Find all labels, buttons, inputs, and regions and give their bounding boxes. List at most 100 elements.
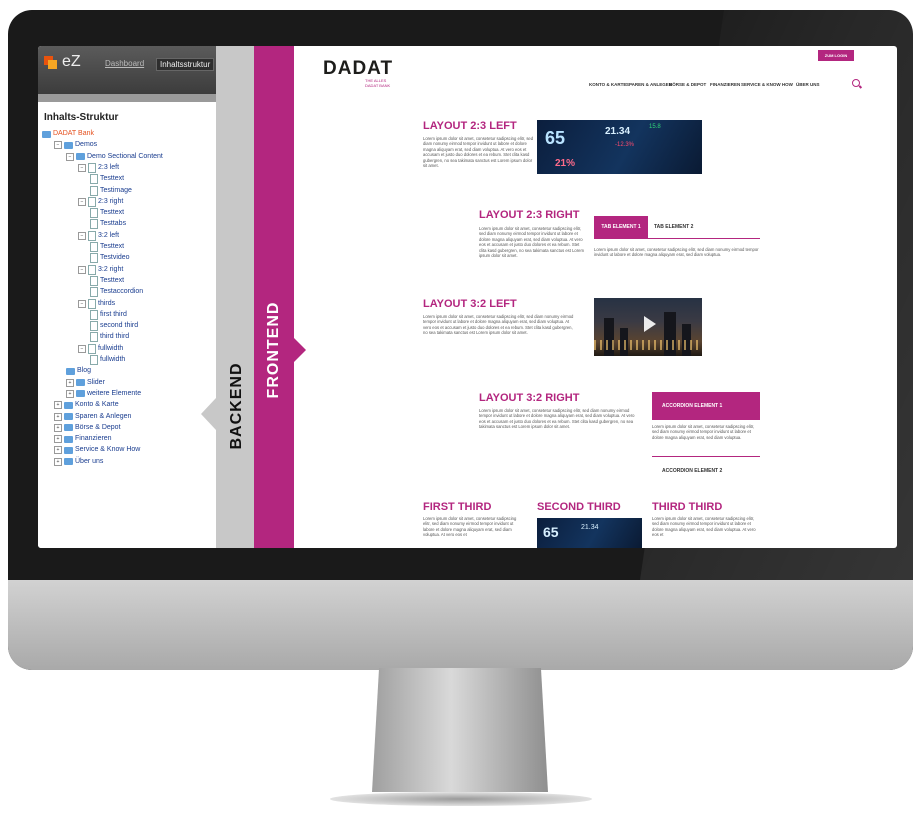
monitor-base: [330, 792, 592, 806]
expand-icon[interactable]: −: [78, 163, 86, 172]
page-icon: [88, 162, 96, 173]
tree-item[interactable]: Testtext: [90, 275, 124, 287]
tree-item-label: Sparen & Anlegen: [75, 412, 132, 420]
tree-item[interactable]: second third: [90, 320, 138, 332]
tree-item[interactable]: + Service & Know How: [54, 444, 140, 456]
login-button[interactable]: ZUM LOGIN: [818, 50, 854, 61]
layout-23-left-text: Lorem ipsum dolor sit amet, consetetur s…: [423, 136, 534, 169]
structure-tab[interactable]: Inhaltsstruktur: [156, 58, 215, 71]
tree-item-label: Slider: [87, 378, 105, 386]
tree-item[interactable]: − 2:3 right: [78, 196, 123, 208]
nav-service[interactable]: SERVICE & KNOW HOW: [741, 82, 793, 87]
tree-item-label: Demo Sectional Content: [87, 152, 163, 160]
tree-item-label: second third: [100, 322, 139, 330]
layout-32-left-title: LAYOUT 3:2 LEFT: [423, 298, 517, 310]
second-third-image: 65 21.34: [537, 518, 642, 548]
accordion-divider: [652, 456, 760, 457]
tree-item-label: Testtabs: [100, 220, 127, 228]
folder-icon: [64, 401, 73, 409]
folder-icon: [76, 153, 85, 161]
tree-item[interactable]: + Sparen & Anlegen: [54, 411, 131, 423]
tree-item-label: Testvideo: [100, 254, 130, 262]
expand-icon[interactable]: −: [54, 141, 62, 150]
expand-icon[interactable]: +: [66, 389, 74, 398]
tree-item[interactable]: Testvideo: [90, 252, 130, 264]
nav-finanzieren[interactable]: FINANZIEREN: [710, 82, 740, 87]
city-video-thumbnail[interactable]: [594, 298, 702, 356]
tree-item[interactable]: − 2:3 left: [78, 162, 119, 174]
tree-item[interactable]: + Über uns: [54, 456, 103, 468]
expand-icon[interactable]: −: [78, 344, 86, 353]
search-icon[interactable]: [852, 79, 860, 87]
expand-icon[interactable]: +: [54, 401, 62, 410]
expand-icon[interactable]: −: [78, 265, 86, 274]
tree-item[interactable]: − 3:2 right: [78, 264, 123, 276]
tree-item[interactable]: Testtext: [90, 173, 124, 185]
expand-icon[interactable]: −: [78, 231, 86, 240]
dashboard-link[interactable]: Dashboard: [102, 58, 147, 69]
tree-item[interactable]: Testaccordion: [90, 286, 143, 298]
nav-konto[interactable]: KONTO & KARTE: [589, 82, 626, 87]
tree-item[interactable]: Testtext: [90, 207, 124, 219]
expand-icon[interactable]: −: [78, 197, 86, 206]
tree-item-label: weitere Elemente: [87, 389, 142, 397]
play-icon[interactable]: [644, 316, 656, 332]
first-third-text: Lorem ipsum dolor sit amet, consetetur s…: [423, 516, 517, 538]
tab-element-1[interactable]: TAB ELEMENT 1: [594, 216, 648, 238]
folder-icon: [76, 390, 85, 398]
tree-item-label: fullwidth: [100, 356, 126, 363]
tree-item[interactable]: Testtabs: [90, 218, 126, 230]
tree-item-label: 2:3 right: [98, 197, 124, 205]
tree-item-label: Testaccordion: [100, 288, 144, 296]
first-third-title: FIRST THIRD: [423, 501, 492, 513]
expand-icon[interactable]: −: [78, 299, 86, 308]
expand-icon[interactable]: +: [54, 446, 62, 455]
tree-item-label: 3:2 right: [98, 265, 124, 273]
expand-icon[interactable]: +: [66, 378, 74, 387]
layout-32-right-title: LAYOUT 3:2 RIGHT: [479, 392, 580, 404]
page-icon: [90, 219, 98, 230]
tree-item[interactable]: + Börse & Depot: [54, 422, 121, 434]
tree-item[interactable]: − Demo Sectional Content: [66, 151, 163, 163]
tree-item-label: first third: [100, 310, 127, 318]
tree-item[interactable]: Testtext: [90, 241, 124, 253]
tree-item[interactable]: + weitere Elemente: [66, 388, 141, 400]
tree-item[interactable]: − fullwidth: [78, 343, 123, 355]
tree-item[interactable]: + Slider: [66, 377, 105, 389]
tree-item[interactable]: DADAT Bank: [42, 128, 94, 140]
page-icon: [90, 321, 98, 332]
folder-icon: [42, 130, 51, 138]
nav-sparen[interactable]: SPAREN & ANLEGEN: [626, 82, 672, 87]
nav-ueber-uns[interactable]: ÜBER UNS: [796, 82, 820, 87]
tree-item-label: 3:2 left: [98, 231, 120, 239]
tree-item[interactable]: − thirds: [78, 298, 115, 310]
tab-element-2[interactable]: TAB ELEMENT 2: [654, 224, 693, 230]
tree-item[interactable]: Testimage: [90, 185, 132, 197]
third-third-title: THIRD THIRD: [652, 501, 723, 513]
second-third-title: SECOND THIRD: [537, 501, 621, 513]
expand-icon[interactable]: −: [66, 152, 74, 161]
tree-item[interactable]: + Finanzieren: [54, 433, 112, 445]
tree-item[interactable]: − Demos: [54, 139, 97, 151]
tree-item[interactable]: fullwidth: [90, 354, 125, 366]
tree-item-label: third third: [100, 333, 130, 341]
accordion-element-1[interactable]: ACCORDION ELEMENT 1: [652, 392, 760, 420]
tree-item-label: Testtext: [100, 276, 125, 284]
stock-ticker-image: 65 21.34 15.8 -12.3% 21%: [537, 120, 702, 174]
expand-icon[interactable]: +: [54, 457, 62, 466]
expand-icon[interactable]: +: [54, 423, 62, 432]
tree-item[interactable]: third third: [90, 331, 129, 343]
dadat-logo[interactable]: DADAT: [323, 58, 393, 80]
expand-icon[interactable]: +: [54, 435, 62, 444]
tree-item[interactable]: Blog: [66, 365, 91, 377]
tree-item[interactable]: first third: [90, 309, 127, 321]
accordion-element-2[interactable]: ACCORDION ELEMENT 2: [662, 468, 722, 474]
page-icon: [90, 275, 98, 286]
layout-23-right-title: LAYOUT 2:3 RIGHT: [479, 209, 580, 221]
tree-item[interactable]: + Konto & Karte: [54, 399, 119, 411]
tree-item[interactable]: − 3:2 left: [78, 230, 119, 242]
expand-icon[interactable]: +: [54, 412, 62, 421]
nav-boerse[interactable]: BÖRSE & DEPOT: [669, 82, 706, 87]
page-icon: [88, 196, 96, 207]
page-icon: [90, 253, 98, 264]
